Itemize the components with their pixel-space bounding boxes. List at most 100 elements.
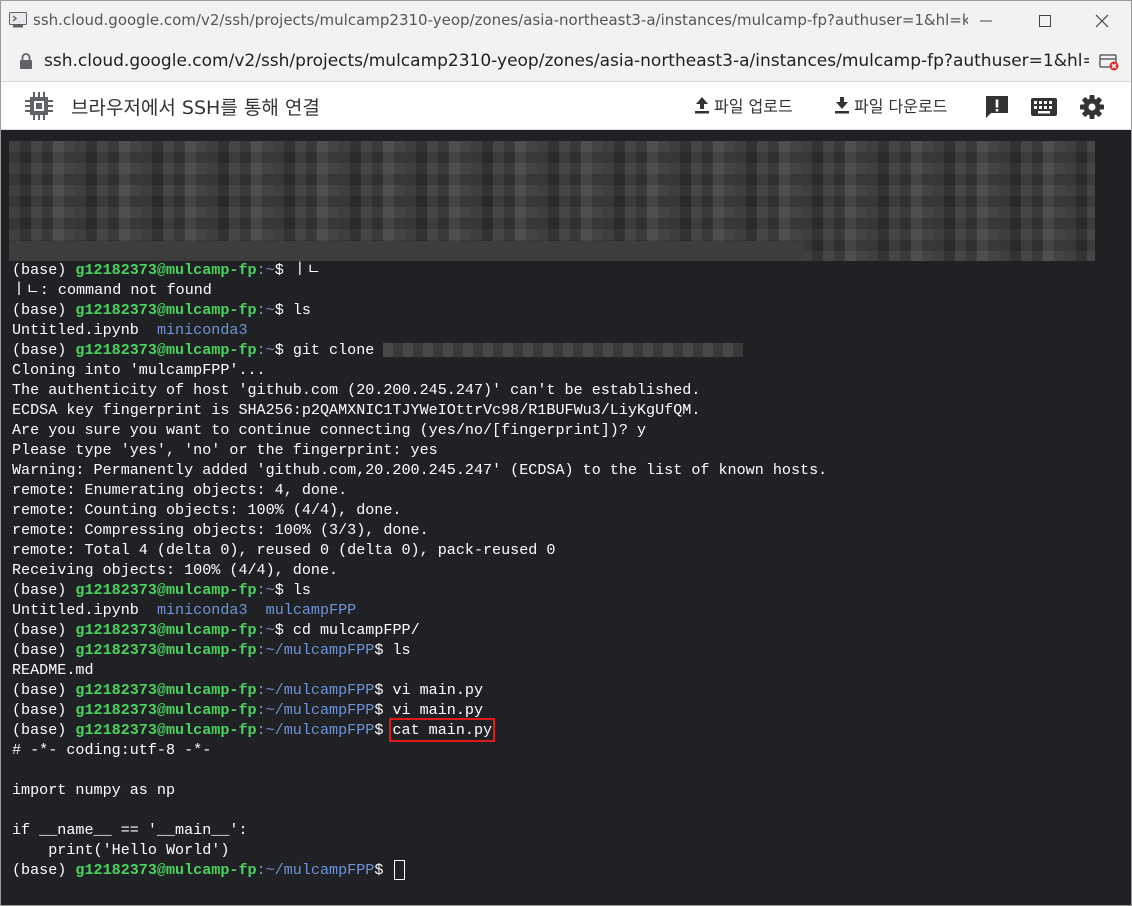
prompt-symbol: $ xyxy=(274,301,293,319)
terminal-cursor xyxy=(394,860,406,881)
prompt-env: (base) xyxy=(12,641,76,659)
prompt-line: (base) g12182373@mulcamp-fp:~$ ls xyxy=(12,300,1131,320)
feedback-icon[interactable] xyxy=(984,94,1010,120)
prompt-env: (base) xyxy=(12,681,76,699)
redacted-repo-url xyxy=(383,343,744,358)
output-line: Please type 'yes', 'no' or the fingerpri… xyxy=(12,441,438,459)
output-line: ㅣㄴ: command not found xyxy=(12,281,212,299)
output-line: Receiving objects: 100% (4/4), done. xyxy=(12,561,339,579)
title-bar: ssh.cloud.google.com/v2/ssh/projects/mul… xyxy=(1,1,1131,41)
output-line: Warning: Permanently added 'github.com,2… xyxy=(12,461,828,479)
command-text: ls xyxy=(292,301,311,319)
download-icon xyxy=(835,97,849,114)
prompt-symbol: $ xyxy=(274,621,293,639)
command-text: ls xyxy=(392,641,411,659)
prompt-path: :~/mulcampFPP xyxy=(256,641,375,659)
prompt-symbol: $ xyxy=(274,261,293,279)
prompt-path: :~ xyxy=(256,341,275,359)
prompt-path: :~ xyxy=(256,581,275,599)
prompt-path: :~ xyxy=(256,301,275,319)
upload-icon xyxy=(695,97,709,114)
window-title: ssh.cloud.google.com/v2/ssh/projects/mul… xyxy=(33,11,968,29)
prompt-path: :~ xyxy=(256,621,275,639)
file-entry: Untitled.ipynb xyxy=(12,321,139,339)
output-line: remote: Compressing objects: 100% (3/3),… xyxy=(12,521,429,539)
prompt-line: (base) g12182373@mulcamp-fp:~$ ㅣㄴ xyxy=(12,260,1131,280)
prompt-line: (base) g12182373@mulcamp-fp:~/mulcampFPP… xyxy=(12,860,1131,881)
prompt-user-host: g12182373@mulcamp-fp xyxy=(75,341,257,359)
prompt-path: :~/mulcampFPP xyxy=(256,721,375,739)
keyboard-icon[interactable] xyxy=(1030,94,1058,120)
prompt-user-host: g12182373@mulcamp-fp xyxy=(75,641,257,659)
prompt-line: (base) g12182373@mulcamp-fp:~/mulcampFPP… xyxy=(12,700,1131,720)
prompt-env: (base) xyxy=(12,861,76,879)
address-bar: ssh.cloud.google.com/v2/ssh/projects/mul… xyxy=(1,41,1131,82)
redacted-output-tail xyxy=(9,241,804,261)
output-line: if __name__ == '__main__': xyxy=(12,821,248,839)
prompt-symbol: $ xyxy=(374,641,393,659)
output-line: Cloning into 'mulcampFPP'... xyxy=(12,361,266,379)
prompt-symbol: $ xyxy=(374,681,393,699)
prompt-env: (base) xyxy=(12,621,76,639)
directory-entry: mulcampFPP xyxy=(265,601,357,619)
upload-label: 파일 업로드 xyxy=(714,97,793,116)
maximize-button[interactable] xyxy=(1016,1,1074,41)
prompt-env: (base) xyxy=(12,721,76,739)
output-line: remote: Total 4 (delta 0), reused 0 (del… xyxy=(12,541,556,559)
prompt-env: (base) xyxy=(12,301,76,319)
prompt-user-host: g12182373@mulcamp-fp xyxy=(75,581,257,599)
minimize-icon xyxy=(980,20,992,22)
ssh-toolbar: 브라우저에서 SSH를 통해 연결 파일 업로드 파일 다운로드 xyxy=(1,82,1131,130)
url-text[interactable]: ssh.cloud.google.com/v2/ssh/projects/mul… xyxy=(44,51,1089,71)
command-text: vi main.py xyxy=(392,681,484,699)
output-line: remote: Counting objects: 100% (4/4), do… xyxy=(12,501,402,519)
prompt-path: :~/mulcampFPP xyxy=(256,861,375,879)
file-entry: Untitled.ipynb xyxy=(12,601,139,619)
prompt-user-host: g12182373@mulcamp-fp xyxy=(75,721,257,739)
prompt-user-host: g12182373@mulcamp-fp xyxy=(75,681,257,699)
prompt-symbol: $ xyxy=(374,721,393,739)
prompt-symbol: $ xyxy=(374,701,393,719)
command-text: ls xyxy=(292,581,311,599)
prompt-path: :~ xyxy=(256,261,275,279)
prompt-symbol: $ xyxy=(374,861,393,879)
prompt-line: (base) g12182373@mulcamp-fp:~$ ls xyxy=(12,580,1131,600)
download-file-button[interactable]: 파일 다운로드 xyxy=(834,93,947,117)
ls-output-line: Untitled.ipynb miniconda3 mulcampFPP xyxy=(12,600,1131,620)
prompt-user-host: g12182373@mulcamp-fp xyxy=(75,301,257,319)
highlighted-command: cat main.py xyxy=(389,718,496,742)
output-line: import numpy as np xyxy=(12,781,176,799)
settings-icon[interactable] xyxy=(1079,94,1105,120)
ls-output-line: Untitled.ipynb miniconda3 xyxy=(12,320,1131,340)
output-line: Are you sure you want to continue connec… xyxy=(12,421,647,439)
output-line: print('Hello World') xyxy=(12,841,230,859)
prompt-line: (base) g12182373@mulcamp-fp:~$ cd mulcam… xyxy=(12,620,1131,640)
prompt-user-host: g12182373@mulcamp-fp xyxy=(75,621,257,639)
prompt-path: :~/mulcampFPP xyxy=(256,681,375,699)
terminal-lines: (base) g12182373@mulcamp-fp:~$ ㅣㄴ ㅣㄴ: com… xyxy=(12,260,1131,881)
upload-file-button[interactable]: 파일 업로드 xyxy=(694,93,793,117)
prompt-symbol: $ xyxy=(274,581,293,599)
lock-icon[interactable] xyxy=(19,53,33,69)
directory-entry: miniconda3 xyxy=(156,601,248,619)
close-button[interactable] xyxy=(1073,1,1131,41)
prompt-env: (base) xyxy=(12,341,76,359)
compute-chip-icon xyxy=(25,92,53,120)
terminal[interactable]: (base) g12182373@mulcamp-fp:~$ ㅣㄴ ㅣㄴ: com… xyxy=(1,130,1131,905)
command-text: cd mulcampFPP/ xyxy=(292,621,420,639)
command-text: vi main.py xyxy=(392,701,484,719)
prompt-line: (base) g12182373@mulcamp-fp:~/mulcampFPP… xyxy=(12,640,1131,660)
prompt-user-host: g12182373@mulcamp-fp xyxy=(75,861,257,879)
prompt-env: (base) xyxy=(12,581,76,599)
popup-blocked-icon[interactable] xyxy=(1099,53,1119,71)
prompt-line: (base) g12182373@mulcamp-fp:~$ git clone xyxy=(12,340,1131,360)
prompt-env: (base) xyxy=(12,701,76,719)
minimize-button[interactable] xyxy=(957,1,1015,41)
maximize-icon xyxy=(1039,15,1051,27)
prompt-user-host: g12182373@mulcamp-fp xyxy=(75,261,257,279)
command-text: ㅣㄴ xyxy=(292,261,321,279)
page-title: 브라우저에서 SSH를 통해 연결 xyxy=(71,97,320,119)
directory-entry: miniconda3 xyxy=(156,321,248,339)
prompt-symbol: $ xyxy=(274,341,293,359)
